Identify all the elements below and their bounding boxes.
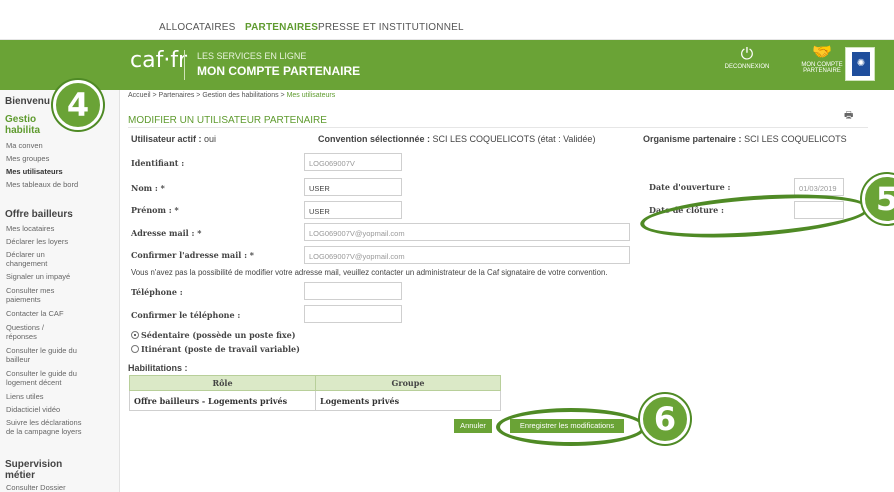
phone-label: Téléphone : bbox=[131, 287, 183, 297]
habilitations-title: Habilitations : bbox=[128, 363, 188, 373]
sidebar-item-loyers[interactable]: Déclarer les loyers bbox=[6, 237, 112, 246]
phone-confirm-label: Confirmer le téléphone : bbox=[131, 310, 241, 320]
col-role: Rôle bbox=[129, 375, 316, 391]
sidebar-item-impaye[interactable]: Signaler un impayé bbox=[6, 272, 112, 281]
power-icon: ⏻ bbox=[740, 46, 754, 63]
convention-info: Convention sélectionnée : SCI LES COQUEL… bbox=[318, 134, 595, 144]
logo-divider bbox=[184, 50, 185, 80]
tab-presse[interactable]: PRESSE ET INSTITUTIONNEL bbox=[318, 22, 464, 33]
active-label: Utilisateur actif : bbox=[131, 134, 202, 144]
header-banner: caf·fr LES SERVICES EN LIGNE MON COMPTE … bbox=[0, 40, 894, 90]
email-confirm-field: LOG069007V@yopmail.com bbox=[304, 246, 630, 264]
print-icon[interactable]: 🖶 bbox=[844, 108, 853, 125]
radio-selected-icon bbox=[131, 331, 139, 339]
prenom-field[interactable]: USER bbox=[304, 201, 402, 219]
active-status: Utilisateur actif : oui bbox=[131, 134, 216, 144]
sidebar-item-campagne[interactable]: Suivre les déclarations de la campagne l… bbox=[6, 418, 88, 436]
convention-label: Convention sélectionnée : bbox=[318, 134, 431, 144]
cell-groupe: Logements privés bbox=[315, 390, 501, 411]
table-header-row: Rôle Groupe bbox=[129, 375, 501, 391]
radio-sedentaire[interactable]: Sédentaire (possède un poste fixe) bbox=[131, 330, 296, 340]
radio-itinerant-label: Itinérant (poste de travail variable) bbox=[141, 344, 300, 354]
identifiant-label: Identifiant : bbox=[131, 158, 185, 168]
handshake-icon: 🤝 bbox=[812, 44, 832, 61]
step-6-badge: 6 bbox=[640, 394, 690, 444]
caf-logo[interactable]: caf·fr bbox=[130, 48, 187, 73]
radio-sedentaire-label: Sédentaire (possède un poste fixe) bbox=[141, 330, 296, 340]
opening-date-field: 01/03/2019 bbox=[794, 178, 844, 196]
republic-logo: ✺ bbox=[845, 47, 875, 81]
sidebar-item-dossier[interactable]: Consulter Dossier bbox=[6, 483, 112, 492]
organisme-label: Organisme partenaire : bbox=[643, 134, 742, 144]
top-navigation: ALLOCATAIRES PARTENAIRES PRESSE ET INSTI… bbox=[0, 0, 894, 40]
email-note: Vous n'avez pas la possibilité de modifi… bbox=[131, 268, 608, 277]
sidebar-head-gestion-1[interactable]: Gestio bbox=[5, 114, 36, 125]
email-confirm-label: Confirmer l'adresse mail : * bbox=[131, 250, 254, 260]
sidebar-item-didacticiel[interactable]: Didacticiel vidéo bbox=[6, 405, 112, 414]
logout-button[interactable]: ⏻ DECONNEXION bbox=[722, 46, 772, 70]
cancel-button[interactable]: Annuler bbox=[454, 419, 492, 433]
tab-partenaires[interactable]: PARTENAIRES bbox=[245, 22, 318, 33]
sidebar-item-locataires[interactable]: Mes locataires bbox=[6, 224, 112, 233]
convention-value: SCI LES COQUELICOTS (état : Validée) bbox=[432, 134, 596, 144]
identifiant-field: LOG069007V bbox=[304, 153, 402, 171]
organisme-value: SCI LES COQUELICOTS bbox=[744, 134, 847, 144]
sidebar-head-offre[interactable]: Offre bailleurs bbox=[5, 209, 73, 220]
marianne-icon: ✺ bbox=[852, 52, 870, 76]
sidebar-item-tableaux[interactable]: Mes tableaux de bord bbox=[6, 180, 86, 189]
logout-label: DECONNEXION bbox=[724, 64, 770, 70]
sidebar-item-contact[interactable]: Contacter la CAF bbox=[6, 309, 112, 318]
prenom-label: Prénom : * bbox=[131, 205, 179, 215]
email-field: LOG069007V@yopmail.com bbox=[304, 223, 630, 241]
table-row: Offre bailleurs - Logements privés Logem… bbox=[129, 390, 501, 411]
breadcrumb-path[interactable]: Accueil > Partenaires > Gestion des habi… bbox=[128, 92, 287, 99]
sidebar-item-faq[interactable]: Questions / réponses bbox=[6, 323, 66, 341]
breadcrumb-current[interactable]: Mes utilisateurs bbox=[287, 92, 336, 99]
account-label-2: PARTENAIRE bbox=[803, 68, 841, 74]
title-divider bbox=[128, 127, 868, 128]
sidebar-head-supervision[interactable]: Supervision métier bbox=[5, 459, 75, 481]
opening-date-label: Date d'ouverture : bbox=[649, 182, 731, 192]
sidebar-item-guide-logement[interactable]: Consulter le guide du logement décent bbox=[6, 369, 106, 387]
radio-itinerant[interactable]: Itinérant (poste de travail variable) bbox=[131, 344, 300, 354]
tab-allocataires[interactable]: ALLOCATAIRES bbox=[159, 22, 236, 33]
sidebar-item-utilisateurs[interactable]: Mes utilisateurs bbox=[6, 167, 112, 176]
page-title: MODIFIER UN UTILISATEUR PARTENAIRE bbox=[128, 115, 327, 126]
nom-label: Nom : * bbox=[131, 183, 165, 193]
phone-confirm-field[interactable] bbox=[304, 305, 402, 323]
sidebar-item-changement[interactable]: Déclarer un changement bbox=[6, 250, 76, 268]
sidebar-item-liens[interactable]: Liens utiles bbox=[6, 392, 112, 401]
sidebar-item-paiements[interactable]: Consulter mes paiements bbox=[6, 286, 76, 304]
active-value: oui bbox=[204, 134, 217, 144]
service-title: MON COMPTE PARTENAIRE bbox=[197, 64, 361, 78]
highlight-save-button bbox=[496, 408, 646, 446]
col-groupe: Groupe bbox=[315, 375, 501, 391]
step-4-badge: 4 bbox=[53, 80, 103, 130]
radio-unselected-icon bbox=[131, 345, 139, 353]
nom-field[interactable]: USER bbox=[304, 178, 402, 196]
sidebar-welcome: Bienvenu bbox=[5, 96, 51, 107]
organisme-info: Organisme partenaire : SCI LES COQUELICO… bbox=[643, 134, 847, 144]
account-button[interactable]: 🤝 MON COMPTE PARTENAIRE bbox=[800, 44, 844, 74]
sidebar-item-guide-bailleur[interactable]: Consulter le guide du bailleur bbox=[6, 346, 96, 364]
email-label: Adresse mail : * bbox=[131, 228, 202, 238]
cell-role: Offre bailleurs - Logements privés bbox=[129, 390, 316, 411]
breadcrumb: Accueil > Partenaires > Gestion des habi… bbox=[128, 92, 335, 99]
habilitations-table: Rôle Groupe Offre bailleurs - Logements … bbox=[129, 375, 501, 411]
sidebar-item-convention[interactable]: Ma conven bbox=[6, 141, 112, 150]
sidebar-head-gestion-2[interactable]: habilita bbox=[5, 125, 40, 136]
sidebar-item-groupes[interactable]: Mes groupes bbox=[6, 154, 112, 163]
service-subtitle: LES SERVICES EN LIGNE bbox=[197, 51, 307, 61]
sidebar: Bienvenu Gestio habilita Ma conven Mes g… bbox=[0, 90, 120, 492]
phone-field[interactable] bbox=[304, 282, 402, 300]
